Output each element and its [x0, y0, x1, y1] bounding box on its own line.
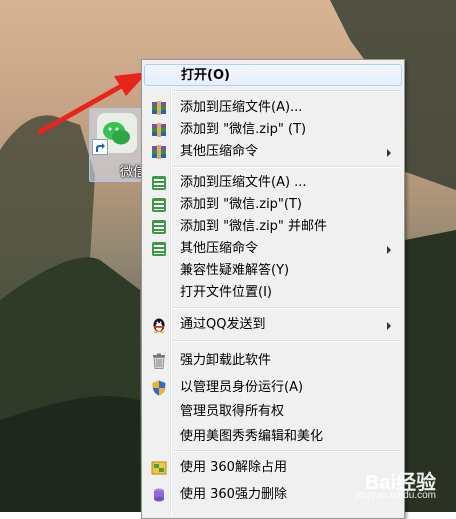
menu-item-compat-troubleshoot[interactable]: 兼容性疑难解答(Y): [144, 260, 402, 282]
menu-item-label: 添加到压缩文件(A)...: [180, 100, 303, 115]
archive-icon: [151, 175, 167, 191]
menu-item-label: 以管理员身份运行(A): [180, 380, 304, 395]
winrar-archive-icon: [151, 100, 167, 116]
menu-item-label: 添加到压缩文件(A) ...: [180, 175, 307, 190]
menu-item-label: 使用 360强力删除: [180, 487, 287, 502]
360-unlock-icon: [151, 460, 167, 476]
submenu-arrow-icon: [387, 149, 391, 157]
menu-item-label: 使用美图秀秀编辑和美化: [180, 429, 324, 444]
menu-item-label: 添加到 "微信.zip"(T): [180, 197, 302, 212]
menu-separator: [172, 340, 400, 342]
menu-item-label: 兼容性疑难解答(Y): [180, 263, 290, 278]
menu-item-label: 打开文件位置(I): [180, 285, 272, 300]
menu-separator: [172, 450, 400, 452]
menu-item-add-to-zip-2[interactable]: 添加到 "微信.zip"(T): [144, 194, 402, 216]
watermark-url: jingyan.baidu.com: [355, 490, 436, 501]
menu-item-label: 通过QQ发送到: [180, 317, 266, 332]
menu-item-label: 其他压缩命令: [180, 241, 259, 256]
qq-penguin-icon: [151, 317, 167, 333]
menu-item-label: 使用 360解除占用: [180, 460, 287, 475]
archive-icon: [151, 219, 167, 235]
menu-item-add-to-archive[interactable]: 添加到压缩文件(A)...: [144, 97, 402, 119]
menu-item-force-uninstall[interactable]: 强力卸载此软件: [144, 350, 402, 372]
menu-item-label: 添加到 "微信.zip" (T): [180, 122, 307, 137]
winrar-archive-icon: [151, 122, 167, 138]
menu-item-send-via-qq[interactable]: 通过QQ发送到: [144, 314, 402, 336]
menu-item-label: 添加到 "微信.zip" 并邮件: [180, 219, 328, 234]
menu-item-open[interactable]: 打开(O): [144, 64, 402, 86]
menu-item-label: 打开(O): [181, 68, 230, 83]
context-menu: 打开(O) 添加到压缩文件(A)... 添加到 "微信.zip" (T) 其他压…: [141, 59, 405, 519]
menu-item-run-as-admin[interactable]: 以管理员身份运行(A): [144, 377, 402, 399]
menu-item-label: 强力卸载此软件: [180, 353, 272, 368]
archive-icon: [151, 197, 167, 213]
menu-item-add-to-archive-2[interactable]: 添加到压缩文件(A) ...: [144, 172, 402, 194]
uac-shield-icon: [151, 380, 167, 396]
menu-item-take-ownership[interactable]: 管理员取得所有权: [144, 401, 402, 423]
menu-item-other-compress-2[interactable]: 其他压缩命令: [144, 238, 402, 260]
360-delete-icon: [151, 487, 167, 503]
trash-icon: [151, 353, 167, 369]
menu-item-other-compress[interactable]: 其他压缩命令: [144, 141, 402, 163]
winrar-archive-icon: [151, 144, 167, 160]
menu-separator: [172, 307, 400, 309]
menu-separator: [172, 90, 400, 92]
archive-icon: [151, 241, 167, 257]
menu-item-add-to-zip-email[interactable]: 添加到 "微信.zip" 并邮件: [144, 216, 402, 238]
menu-item-meitu-edit[interactable]: 使用美图秀秀编辑和美化: [144, 426, 402, 448]
menu-separator: [172, 166, 400, 168]
menu-item-360-unlock[interactable]: 使用 360解除占用: [144, 457, 402, 479]
submenu-arrow-icon: [387, 246, 391, 254]
menu-item-label: 其他压缩命令: [180, 144, 259, 159]
submenu-arrow-icon: [387, 322, 391, 330]
menu-item-add-to-zip[interactable]: 添加到 "微信.zip" (T): [144, 119, 402, 141]
menu-item-label: 管理员取得所有权: [180, 404, 285, 419]
menu-item-open-file-location[interactable]: 打开文件位置(I): [144, 282, 402, 304]
